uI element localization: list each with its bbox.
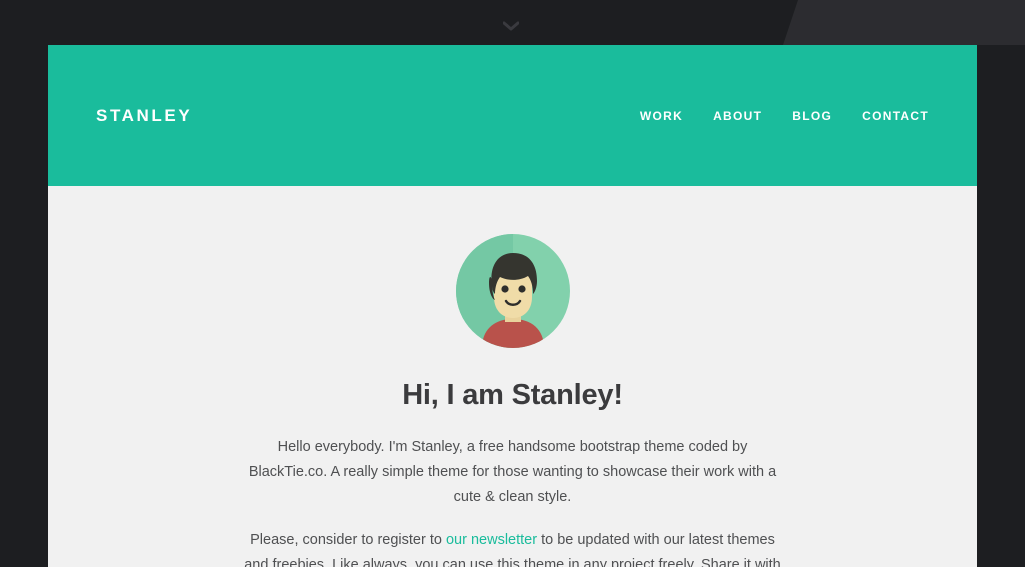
page-viewport: STANLEY WORK ABOUT BLOG CONTACT Hi, I am… bbox=[48, 45, 977, 567]
desktop-right-panel bbox=[783, 0, 1025, 45]
avatar-portrait-icon bbox=[455, 234, 570, 348]
page-title: Hi, I am Stanley! bbox=[402, 379, 623, 411]
site-logo[interactable]: STANLEY bbox=[96, 107, 192, 124]
nav-item-about[interactable]: ABOUT bbox=[713, 110, 762, 122]
nav-item-contact[interactable]: CONTACT bbox=[862, 110, 929, 122]
nav-item-work[interactable]: WORK bbox=[640, 110, 683, 122]
site-header: STANLEY WORK ABOUT BLOG CONTACT bbox=[48, 45, 977, 186]
hero-paragraph-one: Hello everybody. I'm Stanley, a free han… bbox=[248, 438, 777, 505]
nav-item-blog[interactable]: BLOG bbox=[792, 110, 832, 122]
newsletter-link[interactable]: our newsletter bbox=[446, 532, 537, 548]
hero-paragraph-two: Please, consider to register to our news… bbox=[240, 528, 786, 567]
main-navigation: WORK ABOUT BLOG CONTACT bbox=[640, 110, 929, 122]
screenshot-root: STANLEY WORK ABOUT BLOG CONTACT Hi, I am… bbox=[0, 0, 1025, 567]
hero-paragraph-two-lead: Please, consider to register to bbox=[250, 531, 446, 548]
chevron-down-icon[interactable] bbox=[500, 18, 522, 34]
hero-section: Hi, I am Stanley! Hello everybody. I'm S… bbox=[48, 186, 977, 567]
